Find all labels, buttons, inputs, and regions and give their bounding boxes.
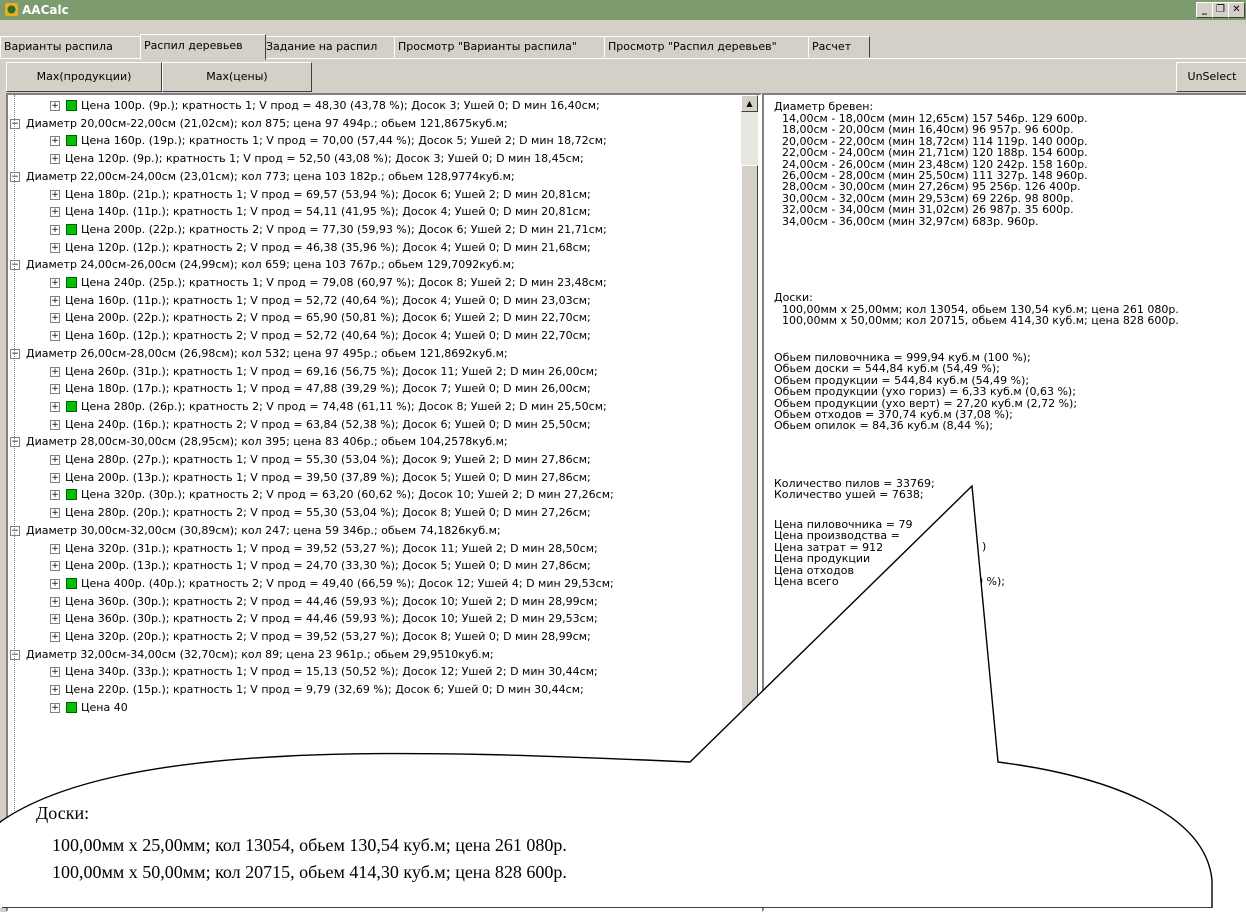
callout-board-line: 100,00мм x 50,00мм; кол 20715, обьем 414… — [52, 862, 567, 882]
callout-boards-header: Доски: — [36, 803, 90, 823]
tab-tree-sawing[interactable]: Распил деревьев — [140, 34, 266, 60]
callout-board-line: 100,00мм x 25,00мм; кол 13054, обьем 130… — [52, 835, 567, 855]
callout-bubble — [0, 484, 1213, 908]
